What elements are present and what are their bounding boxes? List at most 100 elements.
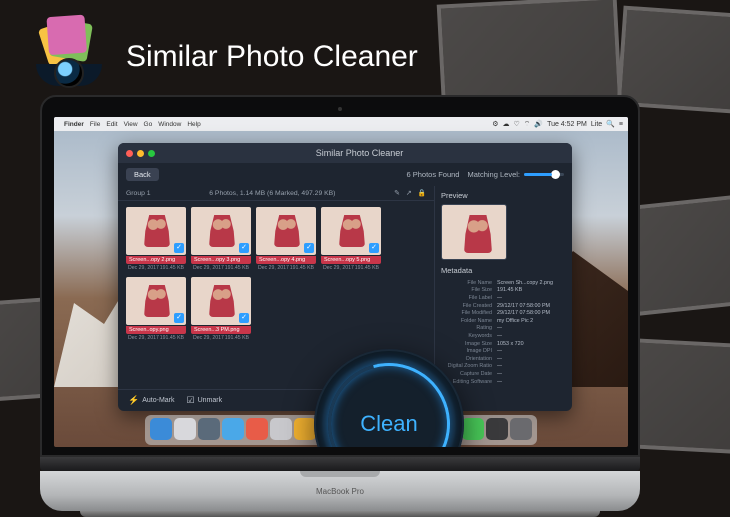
zoom-icon[interactable]: [148, 150, 155, 157]
thumb-size: 191.45 KB: [160, 335, 184, 341]
menubar-volume-icon[interactable]: 🔊: [534, 120, 543, 128]
menubar-status-icon[interactable]: ☁: [502, 120, 509, 128]
menubar-time[interactable]: Tue 4:52 PM: [547, 121, 587, 128]
group-header[interactable]: Group 1 6 Photos, 1.14 MB (6 Marked, 497…: [118, 186, 434, 201]
menubar-user[interactable]: Lite: [591, 121, 602, 128]
thumb-size: 191.45 KB: [225, 335, 249, 341]
thumbnail[interactable]: ✓ Screen...opy 3.png Dec 29, 2017191.45 …: [191, 207, 251, 272]
thumb-filename: Screen...opy 2.png: [126, 256, 186, 264]
metadata-value: my Office Pic 2: [497, 318, 533, 324]
metadata-row: Capture Date—: [441, 370, 566, 378]
metadata-label: Image Size: [441, 341, 497, 347]
share-icon[interactable]: ↗: [406, 189, 412, 197]
automark-button[interactable]: ⚡Auto-Mark: [128, 395, 175, 406]
laptop-frame: Finder FileEditViewGoWindowHelp ⚙ ☁ ♡ ⌔ …: [40, 95, 640, 517]
checkmark-icon[interactable]: ✓: [174, 313, 184, 323]
thumb-size: 191.45 KB: [225, 265, 249, 271]
menubar-item[interactable]: File: [90, 121, 100, 128]
photos-found-label: 6 Photos Found: [407, 170, 460, 179]
thumb-size: 191.45 KB: [355, 265, 379, 271]
dock-app-icon[interactable]: [486, 418, 508, 440]
metadata-row: File Size191.45 KB: [441, 287, 566, 295]
menubar-status-icon[interactable]: ⚙: [492, 120, 498, 128]
metadata-label: File Label: [441, 295, 497, 301]
metadata-value: 29/12/17 07:58:00 PM: [497, 310, 550, 316]
window-titlebar[interactable]: Similar Photo Cleaner: [118, 143, 572, 163]
menubar-item[interactable]: Window: [158, 121, 181, 128]
thumb-filename: Screen...opy 5.png: [321, 256, 381, 264]
thumb-date: Dec 29, 2017: [193, 265, 224, 271]
edit-icon[interactable]: ✎: [394, 189, 400, 197]
thumbnail[interactable]: ✓ Screen...3 PM.png Dec 29, 2017191.45 K…: [191, 277, 251, 342]
dock-app-icon[interactable]: [270, 418, 292, 440]
menubar-app[interactable]: Finder: [64, 121, 84, 128]
metadata-label: File Size: [441, 287, 497, 293]
metadata-row: Orientation—: [441, 355, 566, 363]
matching-level-slider[interactable]: [524, 173, 564, 176]
dock-app-icon[interactable]: [462, 418, 484, 440]
preview-image[interactable]: [441, 204, 507, 260]
metadata-value: —: [497, 363, 502, 369]
checkmark-icon[interactable]: ✓: [239, 313, 249, 323]
thumbnail[interactable]: ✓ Screen...opy 5.png Dec 29, 2017191.45 …: [321, 207, 381, 272]
brand-header: Similar Photo Cleaner: [30, 18, 418, 96]
dock-app-icon[interactable]: [246, 418, 268, 440]
metadata-list: File NameScreen Sh...copy 2.pngFile Size…: [441, 279, 566, 385]
metadata-row: Digital Zoom Ratio—: [441, 363, 566, 371]
metadata-value: 29/12/17 07:58:00 PM: [497, 303, 550, 309]
menubar-item[interactable]: Edit: [106, 121, 117, 128]
dock-app-icon[interactable]: [222, 418, 244, 440]
checkmark-icon[interactable]: ✓: [304, 243, 314, 253]
thumb-filename: Screen...3 PM.png: [191, 326, 251, 334]
menubar-notif-icon[interactable]: ≡: [619, 121, 623, 128]
metadata-row: File Created29/12/17 07:58:00 PM: [441, 302, 566, 310]
thumbnail[interactable]: ✓ Screen...opy 2.png Dec 29, 2017191.45 …: [126, 207, 186, 272]
metadata-label: Folder Name: [441, 318, 497, 324]
metadata-label: Orientation: [441, 356, 497, 362]
dock-app-icon[interactable]: [150, 418, 172, 440]
metadata-row: File Label—: [441, 294, 566, 302]
metadata-label: Keywords: [441, 333, 497, 339]
metadata-row: Folder Namemy Office Pic 2: [441, 317, 566, 325]
back-button[interactable]: Back: [126, 168, 159, 181]
thumb-filename: Screen..opy.png: [126, 326, 186, 334]
checkmark-icon[interactable]: ✓: [239, 243, 249, 253]
menubar-item[interactable]: View: [124, 121, 138, 128]
preview-heading: Preview: [441, 191, 566, 200]
thumb-size: 191.45 KB: [160, 265, 184, 271]
traffic-lights[interactable]: [126, 150, 155, 157]
menubar-search-icon[interactable]: 🔍: [606, 120, 615, 128]
dock-app-icon[interactable]: [294, 418, 316, 440]
thumbnail[interactable]: ✓ Screen...opy 4.png Dec 29, 2017191.45 …: [256, 207, 316, 272]
menubar-item[interactable]: Help: [187, 121, 200, 128]
thumb-size: 191.45 KB: [290, 265, 314, 271]
menubar-wifi-icon[interactable]: ⌔: [524, 120, 531, 129]
thumb-date: Dec 29, 2017: [128, 265, 159, 271]
menubar-status-icon[interactable]: ♡: [513, 120, 519, 128]
unmark-button[interactable]: ☑Unmark: [187, 395, 223, 406]
lock-icon[interactable]: 🔒: [418, 189, 426, 197]
metadata-row: Rating—: [441, 325, 566, 333]
thumb-date: Dec 29, 2017: [323, 265, 354, 271]
metadata-value: 191.45 KB: [497, 287, 522, 293]
close-icon[interactable]: [126, 150, 133, 157]
thumb-date: Dec 29, 2017: [258, 265, 289, 271]
minimize-icon[interactable]: [137, 150, 144, 157]
checkmark-icon[interactable]: ✓: [369, 243, 379, 253]
metadata-value: —: [497, 379, 502, 385]
checkmark-icon[interactable]: ✓: [174, 243, 184, 253]
metadata-value: —: [497, 371, 502, 377]
metadata-label: Rating: [441, 325, 497, 331]
thumb-date: Dec 29, 2017: [128, 335, 159, 341]
dock-app-icon[interactable]: [198, 418, 220, 440]
matching-level-control[interactable]: Matching Level:: [467, 170, 564, 179]
metadata-value: —: [497, 325, 502, 331]
menubar-item[interactable]: Go: [144, 121, 153, 128]
thumbnail[interactable]: ✓ Screen..opy.png Dec 29, 2017191.45 KB: [126, 277, 186, 342]
matching-level-label: Matching Level:: [467, 170, 520, 179]
macos-menubar[interactable]: Finder FileEditViewGoWindowHelp ⚙ ☁ ♡ ⌔ …: [54, 117, 628, 131]
dock-app-icon[interactable]: [174, 418, 196, 440]
metadata-label: File Modified: [441, 310, 497, 316]
dock-app-icon[interactable]: [510, 418, 532, 440]
thumb-filename: Screen...opy 4.png: [256, 256, 316, 264]
